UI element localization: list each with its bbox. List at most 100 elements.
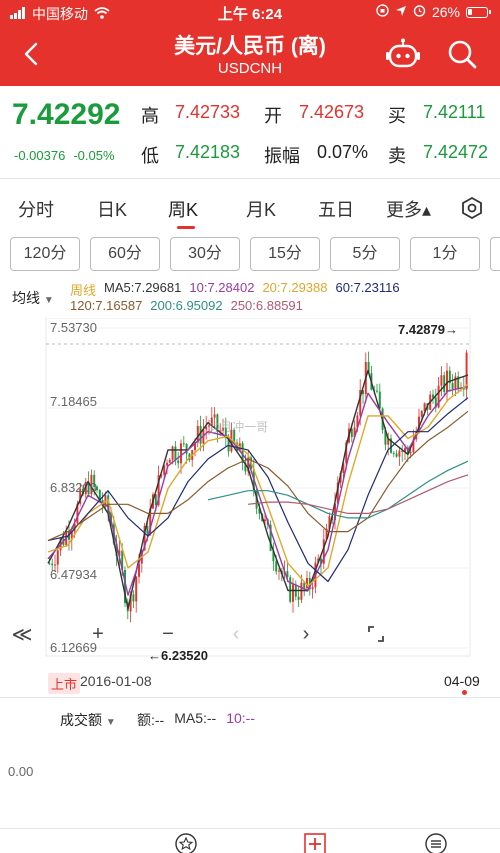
quote-panel: 7.42292 -0.00376 -0.05% 高 7.42733 开 7.42… bbox=[0, 86, 500, 176]
double-chevron-left-icon: ≪ bbox=[11, 623, 33, 646]
triangle-down-icon: ▼ bbox=[43, 295, 54, 306]
fullscreen-button[interactable] bbox=[362, 620, 390, 648]
open-value: 7.42673 bbox=[299, 102, 365, 122]
hexagon-settings-icon bbox=[462, 196, 482, 220]
period-1min-button[interactable]: 1分 bbox=[410, 237, 480, 271]
watermark: @月冲一哥 bbox=[208, 420, 269, 434]
legend-ma10: 10:7.28402 bbox=[189, 280, 255, 295]
tab-monthly-k[interactable]: 月K bbox=[246, 196, 276, 222]
volume-axis-label: 0.00 bbox=[8, 764, 34, 779]
min-price-marker: ←6.23520 bbox=[148, 648, 208, 663]
open-label: 开 bbox=[264, 106, 282, 126]
favorite-button[interactable] bbox=[175, 833, 197, 853]
collapse-chart-button[interactable]: ≪ bbox=[8, 620, 36, 648]
battery-percent: 26% bbox=[431, 4, 460, 20]
tab-weekly-k[interactable]: 周K bbox=[168, 196, 198, 222]
y-tick-label: 7.53730 bbox=[50, 320, 97, 335]
candle-down bbox=[392, 452, 395, 454]
change-row: -0.00376 -0.05% bbox=[14, 148, 115, 163]
bottom-toolbar bbox=[0, 828, 500, 853]
triangle-down-icon: ▼ bbox=[105, 717, 116, 728]
tab-daily-k[interactable]: 日K bbox=[97, 196, 127, 222]
last-price-marker: 7.42879→ bbox=[398, 322, 458, 337]
add-button[interactable] bbox=[304, 833, 326, 853]
candle-up bbox=[278, 570, 280, 572]
candle-up bbox=[440, 375, 443, 386]
candlesticks bbox=[48, 349, 468, 623]
candle-up bbox=[264, 519, 266, 522]
chevron-left-icon: ‹ bbox=[232, 622, 240, 645]
candle-down bbox=[48, 563, 51, 565]
period-selector: 120分 60分 30分 15分 5分 1分 bbox=[0, 237, 500, 273]
tab-timeshare[interactable]: 分时 bbox=[18, 196, 54, 222]
period-15min-button[interactable]: 15分 bbox=[250, 237, 320, 271]
active-tab-indicator bbox=[177, 226, 195, 229]
legend-ma5: MA5:7.29681 bbox=[104, 280, 182, 295]
legend-row-1: 周线 MA5:7.29681 10:7.28402 20:7.29388 60:… bbox=[70, 280, 400, 299]
last-price: 7.42292 bbox=[12, 98, 121, 131]
period-60min-button[interactable]: 60分 bbox=[90, 237, 160, 271]
menu-icon bbox=[425, 833, 447, 853]
tab-more[interactable]: 更多▴ bbox=[386, 196, 431, 222]
high-value: 7.42733 bbox=[175, 102, 241, 122]
candle-up bbox=[454, 376, 457, 389]
low-label: 低 bbox=[141, 146, 159, 166]
assistant-button[interactable] bbox=[386, 38, 420, 70]
plus-square-icon bbox=[304, 833, 326, 853]
candle-down bbox=[443, 375, 446, 393]
sell-label: 卖 bbox=[388, 146, 406, 166]
candle-up bbox=[56, 550, 59, 565]
legend-ma200: 200:6.95092 bbox=[150, 298, 223, 313]
candle-down bbox=[132, 594, 135, 602]
star-icon bbox=[175, 833, 197, 853]
candle-up bbox=[409, 452, 412, 454]
menu-button[interactable] bbox=[425, 833, 447, 853]
status-right: 26% bbox=[376, 4, 491, 20]
search-button[interactable] bbox=[446, 38, 478, 70]
indicator-selector[interactable]: 均线 ▼ bbox=[12, 288, 54, 308]
period-30min-button[interactable]: 30分 bbox=[170, 237, 240, 271]
period-overflow-button[interactable] bbox=[490, 237, 500, 271]
scroll-left-button[interactable]: ‹ bbox=[222, 620, 250, 648]
candle-up bbox=[420, 411, 423, 417]
candle-up bbox=[292, 584, 294, 602]
ma-legend: 均线 ▼ 周线 MA5:7.29681 10:7.28402 20:7.2938… bbox=[0, 278, 500, 318]
candle-up bbox=[54, 564, 56, 566]
app-header: 中国移动 上午 6:24 26% 美元/人民币 (离) USDCNH bbox=[0, 0, 500, 86]
zoom-out-button[interactable]: − bbox=[154, 620, 182, 648]
candle-up bbox=[171, 446, 174, 460]
chevron-right-icon: › bbox=[302, 622, 310, 645]
tab-five-day[interactable]: 五日 bbox=[318, 196, 354, 222]
scroll-right-button[interactable]: › bbox=[292, 620, 320, 648]
y-tick-label: 7.18465 bbox=[50, 394, 97, 409]
volume-amount: 额:-- bbox=[137, 712, 165, 728]
date-axis: 上市 2016-01-08 04-09 bbox=[0, 670, 500, 695]
chart-tabs: 分时 日K 周K 月K 五日 更多▴ bbox=[0, 188, 500, 229]
candle-down bbox=[376, 390, 378, 392]
kline-chart[interactable]: 7.53730 7.18465 6.83200 6.47934 6.12669 … bbox=[0, 318, 500, 668]
candle-up bbox=[168, 459, 171, 463]
zoom-in-button[interactable]: + bbox=[84, 620, 112, 648]
divider bbox=[0, 697, 500, 698]
period-120min-button[interactable]: 120分 bbox=[10, 237, 80, 271]
fullscreen-icon bbox=[368, 626, 384, 642]
start-date: 2016-01-08 bbox=[80, 673, 152, 689]
candle-up bbox=[311, 587, 314, 590]
chart-frame bbox=[45, 318, 471, 657]
grid-lines bbox=[48, 327, 468, 649]
lock-rotation-icon bbox=[376, 4, 389, 20]
legend-week: 周线 bbox=[70, 283, 97, 298]
battery-icon bbox=[466, 6, 491, 18]
chart-settings-button[interactable] bbox=[460, 196, 484, 220]
candle-down bbox=[146, 526, 149, 534]
amplitude-label: 振幅 bbox=[264, 146, 300, 166]
page-subtitle: USDCNH bbox=[217, 60, 283, 77]
alarm-icon bbox=[413, 4, 426, 20]
volume-indicator-selector[interactable]: 成交额 ▼ bbox=[60, 710, 116, 730]
price-change-pct: -0.05% bbox=[73, 148, 115, 163]
period-5min-button[interactable]: 5分 bbox=[330, 237, 400, 271]
legend-ma250: 250:6.88591 bbox=[230, 298, 303, 313]
high-label: 高 bbox=[141, 106, 159, 126]
candle-down bbox=[451, 383, 454, 389]
y-tick-label: 6.47934 bbox=[50, 567, 97, 582]
